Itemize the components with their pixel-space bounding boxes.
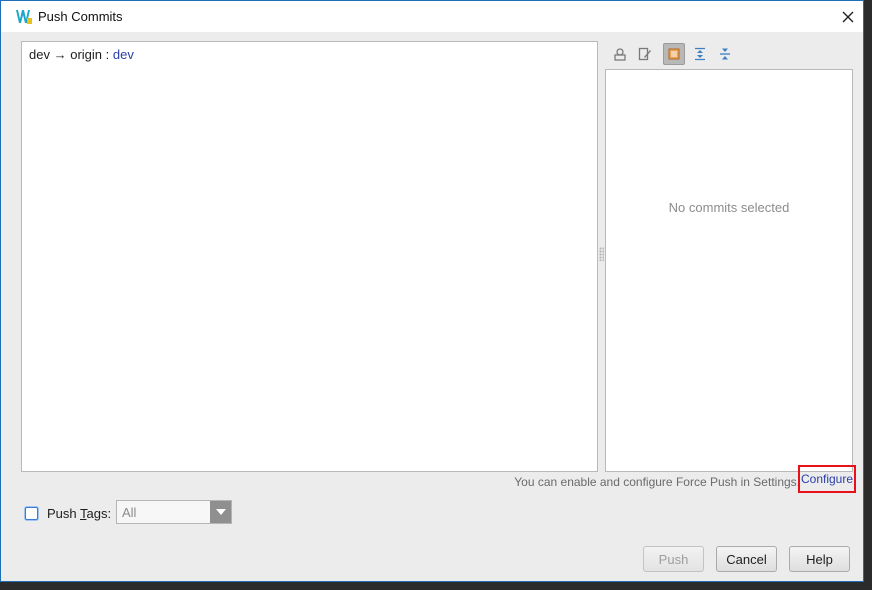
- tags-mode-value: All: [122, 505, 137, 520]
- push-branch-row[interactable]: dev → origin : dev: [29, 47, 134, 62]
- expand-all-icon: [695, 47, 705, 61]
- push-commits-dialog: Push Commits dev → origin : dev No commi…: [0, 0, 864, 582]
- webstorm-app-icon: [16, 10, 32, 24]
- push-tags-checkbox[interactable]: [25, 506, 38, 520]
- show-details-icon: [668, 48, 680, 60]
- push-tags-label: Push Tags:: [47, 506, 111, 521]
- collapse-all-icon: [720, 48, 730, 60]
- title-bar[interactable]: Push Commits: [1, 1, 863, 32]
- push-button[interactable]: Push: [643, 546, 704, 572]
- edit-details-icon: [638, 47, 651, 61]
- push-tree-panel[interactable]: dev → origin : dev: [21, 41, 598, 472]
- commit-details-panel: No commits selected: [605, 69, 853, 472]
- tags-mode-dropdown[interactable]: All: [116, 500, 232, 524]
- push-tags-label-prefix: Push: [47, 505, 81, 521]
- user-info-icon: [614, 48, 626, 61]
- close-icon: [842, 11, 854, 22]
- edit-details-button[interactable]: [634, 43, 656, 65]
- push-tags-label-suffix: ags:: [86, 505, 112, 521]
- close-button[interactable]: [833, 1, 863, 32]
- push-arrow: →: [53, 47, 67, 62]
- expand-all-button[interactable]: [689, 43, 711, 65]
- push-tags-option[interactable]: Push Tags:: [25, 503, 111, 523]
- user-info-button[interactable]: [609, 43, 631, 65]
- configure-link[interactable]: Configure: [798, 465, 856, 493]
- splitter-handle[interactable]: [599, 247, 604, 261]
- force-push-hint: You can enable and configure Force Push …: [514, 475, 800, 489]
- help-button[interactable]: Help: [789, 546, 850, 572]
- window-title: Push Commits: [38, 9, 123, 24]
- collapse-all-button[interactable]: [714, 43, 736, 65]
- local-branch-name: dev: [29, 47, 50, 62]
- empty-state-text: No commits selected: [668, 200, 790, 215]
- chevron-down-icon: [215, 509, 226, 515]
- cancel-button[interactable]: Cancel: [716, 546, 777, 572]
- show-details-button[interactable]: [663, 43, 685, 65]
- remote-branch-link[interactable]: dev: [113, 47, 134, 62]
- dropdown-arrow-button[interactable]: [210, 501, 231, 523]
- remote-name: origin :: [70, 47, 110, 62]
